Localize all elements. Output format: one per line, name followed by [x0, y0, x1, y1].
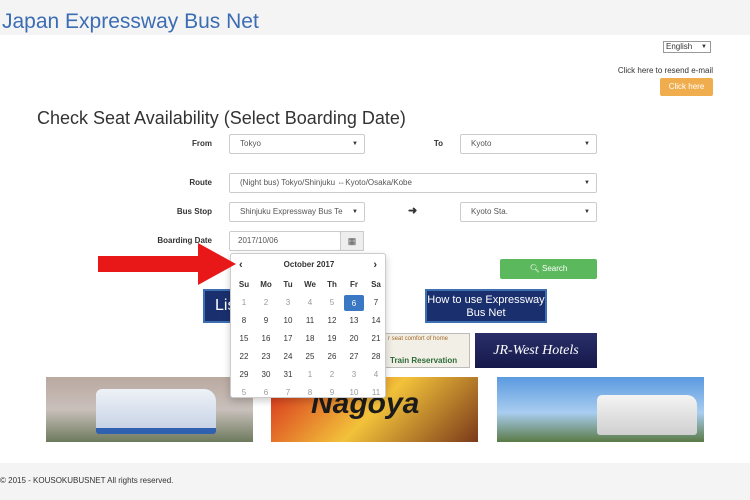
bus-image: [96, 389, 216, 434]
day-selected[interactable]: 6: [344, 295, 364, 311]
language-value: English: [666, 42, 693, 51]
route-label: Route: [189, 178, 212, 187]
to-select[interactable]: Kyoto ▼: [460, 134, 597, 154]
day-cell[interactable]: 3: [343, 366, 365, 384]
day-cell[interactable]: 5: [321, 294, 343, 312]
day-cell[interactable]: 10: [277, 312, 299, 330]
calendar-button[interactable]: ▦: [340, 231, 364, 251]
day-cell[interactable]: 18: [299, 330, 321, 348]
boarding-date-input[interactable]: 2017/10/06: [229, 231, 341, 251]
day-cell[interactable]: 4: [299, 294, 321, 312]
train-banner-label: Train Reservation: [390, 356, 458, 365]
datepicker-month[interactable]: October 2017: [231, 260, 387, 269]
weekday-header: We: [304, 280, 316, 289]
day-cell[interactable]: 7: [365, 294, 387, 312]
day-cell[interactable]: 22: [233, 348, 255, 366]
bus-stop-label: Bus Stop: [176, 207, 212, 216]
day-cell[interactable]: 12: [321, 312, 343, 330]
route-value: (Night bus) Tokyo/Shinjuku ⇔Kyoto/Osaka/…: [240, 178, 412, 187]
day-cell[interactable]: 3: [277, 294, 299, 312]
how-to-use-banner[interactable]: How to use Expressway Bus Net: [425, 289, 547, 323]
day-cell[interactable]: 24: [277, 348, 299, 366]
to-label: To: [433, 139, 443, 148]
train-banner-tagline: r seat comfort of home: [388, 336, 449, 342]
day-cell[interactable]: 17: [277, 330, 299, 348]
from-label: From: [192, 139, 212, 148]
copyright: © 2015 - KOUSOKUBUSNET All rights reserv…: [0, 476, 174, 485]
caret-down-icon: ▼: [584, 209, 590, 215]
page-title: Check Seat Availability (Select Boarding…: [37, 108, 406, 128]
osaka-castle-banner[interactable]: [497, 377, 704, 442]
day-cell[interactable]: 20: [343, 330, 365, 348]
language-select[interactable]: English ▼: [663, 41, 711, 53]
day-cell[interactable]: 21: [365, 330, 387, 348]
day-cell[interactable]: 29: [233, 366, 255, 384]
day-cell[interactable]: 1: [299, 366, 321, 384]
caret-down-icon: ▼: [352, 141, 358, 147]
calendar-icon: ▦: [347, 236, 357, 246]
day-cell[interactable]: 15: [233, 330, 255, 348]
day-cell[interactable]: 8: [233, 312, 255, 330]
day-cell[interactable]: 11: [299, 312, 321, 330]
bus-photo-banner[interactable]: [46, 377, 253, 442]
weekday-header: Fr: [350, 280, 358, 289]
bus-stop-from-value: Shinjuku Expressway Bus Te: [240, 207, 343, 216]
day-cell[interactable]: 5: [233, 384, 255, 402]
bus-stop-to-select[interactable]: Kyoto Sta. ▼: [460, 202, 597, 222]
bus-image: [597, 395, 697, 435]
day-cell[interactable]: 30: [255, 366, 277, 384]
next-month-icon[interactable]: ›: [373, 259, 377, 271]
weekday-header: Tu: [283, 280, 293, 289]
day-cell[interactable]: 31: [277, 366, 299, 384]
day-cell[interactable]: 9: [255, 312, 277, 330]
from-value: Tokyo: [240, 139, 261, 148]
day-cell[interactable]: 8: [299, 384, 321, 402]
day-cell[interactable]: 28: [365, 348, 387, 366]
caret-down-icon: ▼: [701, 44, 707, 50]
resend-text: Click here to resend e-mail: [617, 66, 713, 75]
day-cell[interactable]: 1: [233, 294, 255, 312]
day-cell[interactable]: 11: [365, 384, 387, 402]
datepicker: ‹ October 2017 › Su Mo Tu We Th Fr Sa 1 2 3 4 5 6 7 8 9…: [230, 253, 386, 398]
datepicker-grid: Su Mo Tu We Th Fr Sa 1 2 3 4 5 6 7 8 9 10 11 12 13 14 15 16 17 1…: [233, 276, 387, 402]
day-cell[interactable]: 6: [255, 384, 277, 402]
arrow-right-icon: ➜: [408, 205, 418, 217]
resend-button[interactable]: Click here: [660, 78, 713, 96]
day-cell[interactable]: 19: [321, 330, 343, 348]
from-select[interactable]: Tokyo ▼: [229, 134, 365, 154]
search-icon: 🔍︎: [529, 264, 543, 273]
day-cell[interactable]: 14: [365, 312, 387, 330]
day-cell[interactable]: 9: [321, 384, 343, 402]
day-cell[interactable]: 27: [343, 348, 365, 366]
train-reservation-banner[interactable]: r seat comfort of home Train Reservation: [385, 333, 470, 368]
day-cell[interactable]: 7: [277, 384, 299, 402]
day-cell[interactable]: 2: [321, 366, 343, 384]
day-cell[interactable]: 13: [343, 312, 365, 330]
day-cell[interactable]: 4: [365, 366, 387, 384]
caret-down-icon: ▼: [584, 180, 590, 186]
day-cell[interactable]: 16: [255, 330, 277, 348]
to-value: Kyoto: [471, 139, 492, 148]
site-title[interactable]: Japan Expressway Bus Net: [2, 10, 259, 34]
red-arrow-annotation: [98, 243, 236, 285]
day-cell[interactable]: 26: [321, 348, 343, 366]
day-cell[interactable]: 10: [343, 384, 365, 402]
jr-west-hotels-banner[interactable]: JR-West Hotels: [475, 333, 597, 368]
weekday-header: Mo: [260, 280, 272, 289]
caret-down-icon: ▼: [584, 141, 590, 147]
weekday-header: Sa: [371, 280, 381, 289]
day-cell[interactable]: 2: [255, 294, 277, 312]
bus-stop-to-value: Kyoto Sta.: [471, 207, 508, 216]
caret-down-icon: ▼: [352, 209, 358, 215]
search-button[interactable]: 🔍︎ Search: [500, 259, 597, 279]
route-select[interactable]: (Night bus) Tokyo/Shinjuku ⇔Kyoto/Osaka/…: [229, 173, 597, 193]
search-label: Search: [542, 264, 568, 273]
day-cell[interactable]: 25: [299, 348, 321, 366]
weekday-header: Th: [327, 280, 337, 289]
day-cell[interactable]: 23: [255, 348, 277, 366]
bus-stop-from-select[interactable]: Shinjuku Expressway Bus Te ▼: [229, 202, 365, 222]
